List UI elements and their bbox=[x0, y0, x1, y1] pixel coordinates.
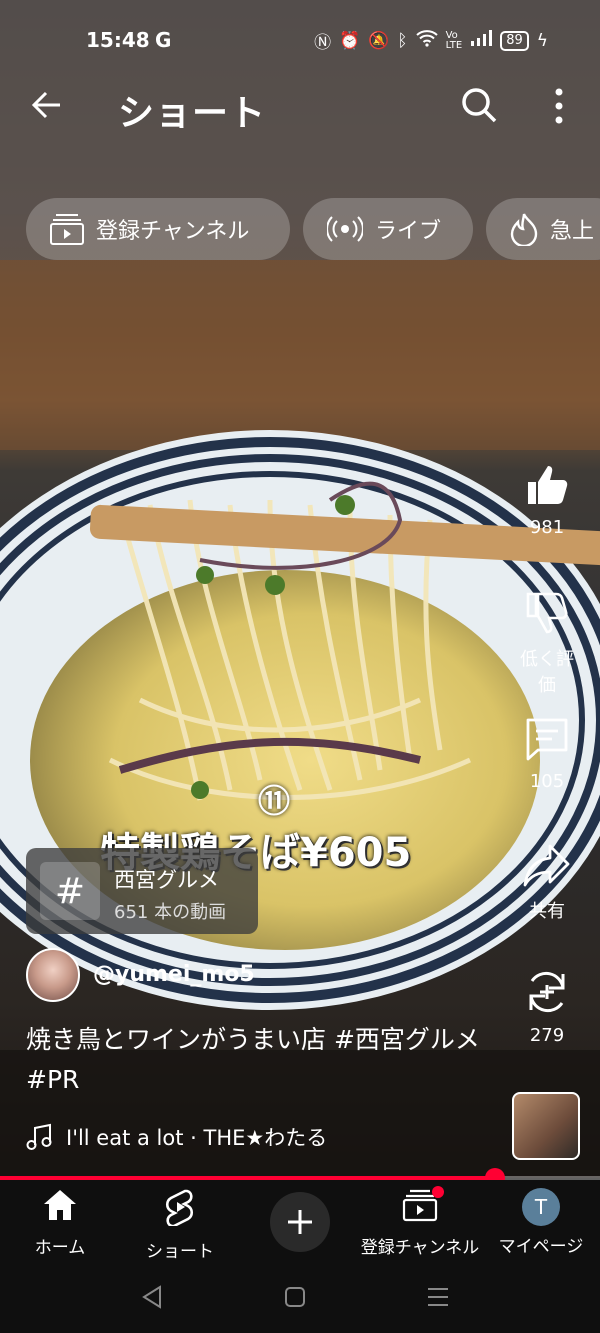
nav-shorts-label: ショート bbox=[146, 1242, 214, 1262]
bluetooth-icon: ᛒ bbox=[397, 30, 408, 51]
channel-avatar[interactable] bbox=[26, 948, 80, 1002]
nav-mypage[interactable]: T マイページ bbox=[496, 1188, 586, 1257]
share-label: 共有 bbox=[529, 901, 565, 922]
account-avatar: T bbox=[522, 1188, 560, 1226]
page-title: ショート bbox=[118, 93, 267, 134]
chip-live[interactable]: ライブ bbox=[303, 198, 473, 260]
chip-trending[interactable]: 急上 bbox=[486, 198, 600, 260]
home-icon bbox=[44, 1190, 76, 1220]
chip-label: 急上 bbox=[550, 219, 595, 244]
video-caption[interactable]: 焼き鳥とワインがうまい店 #西宮グルメ #PR bbox=[26, 1020, 486, 1100]
share-icon bbox=[523, 844, 570, 887]
nav-shorts[interactable]: ショート bbox=[138, 1188, 222, 1262]
signal-icon bbox=[470, 29, 493, 52]
video-background[interactable] bbox=[0, 0, 600, 1178]
volte-icon: Vo LTE bbox=[445, 29, 463, 51]
plus-icon bbox=[288, 1210, 312, 1234]
back-button[interactable] bbox=[30, 88, 64, 126]
subscriptions-icon bbox=[50, 213, 84, 245]
system-recents-icon[interactable] bbox=[426, 1286, 450, 1308]
more-vert-icon bbox=[555, 88, 563, 124]
live-icon bbox=[327, 215, 363, 243]
sound-thumbnail[interactable] bbox=[512, 1092, 580, 1160]
dislike-button[interactable]: 低く評価 bbox=[512, 590, 582, 697]
create-button[interactable] bbox=[270, 1192, 330, 1252]
nav-subscriptions-label: 登録チャンネル bbox=[360, 1238, 480, 1258]
chip-subscriptions[interactable]: 登録チャンネル bbox=[26, 198, 290, 260]
subscriptions-icon-wrap bbox=[402, 1186, 444, 1227]
nav-subscriptions[interactable]: 登録チャンネル bbox=[358, 1186, 482, 1258]
hashtag-icon: # bbox=[40, 862, 100, 920]
flame-icon bbox=[510, 212, 538, 246]
alarm-icon: ⏰ bbox=[339, 30, 361, 51]
status-time: 15:48 bbox=[86, 28, 150, 52]
remix-button[interactable]: 279 bbox=[512, 968, 582, 1046]
share-button[interactable]: 共有 bbox=[512, 842, 582, 923]
hashtag-name: 西宮グルメ bbox=[114, 868, 219, 892]
bottom-navigation: ホーム ショート 登録チャンネル T マイページ bbox=[0, 1180, 600, 1262]
video-overlay-number: ⑪ bbox=[258, 782, 291, 820]
charging-icon: ϟ bbox=[536, 30, 548, 51]
system-home-icon[interactable] bbox=[283, 1285, 307, 1309]
dislike-label: 低く評価 bbox=[520, 649, 574, 696]
video-frame-illustration bbox=[0, 0, 600, 1178]
shorts-icon bbox=[165, 1189, 194, 1228]
like-count: 981 bbox=[529, 517, 565, 538]
comment-icon bbox=[526, 718, 568, 761]
status-icons: Ⓝ ⏰ 🔕 ᛒ Vo LTE 89 ϟ bbox=[314, 28, 548, 53]
battery-icon: 89 bbox=[500, 30, 529, 51]
music-title: I'll eat a lot · THE★わたる bbox=[66, 1126, 328, 1150]
music-row[interactable]: I'll eat a lot · THE★わたる bbox=[26, 1122, 327, 1152]
music-note-icon bbox=[26, 1123, 52, 1150]
nav-home-label: ホーム bbox=[34, 1238, 86, 1258]
system-navigation-bar bbox=[0, 1260, 600, 1333]
chip-label: ライブ bbox=[375, 219, 442, 244]
nfc-icon: Ⓝ bbox=[314, 33, 332, 53]
search-button[interactable] bbox=[460, 86, 498, 128]
comment-button[interactable]: 105 bbox=[512, 716, 582, 792]
hashtag-card[interactable]: # 西宮グルメ 651 本の動画 bbox=[26, 848, 258, 934]
chip-label: 登録チャンネル bbox=[96, 219, 250, 244]
google-icon: G bbox=[155, 28, 172, 52]
remix-count: 279 bbox=[529, 1025, 565, 1046]
like-button[interactable]: 981 bbox=[512, 462, 582, 538]
comment-count: 105 bbox=[529, 771, 565, 792]
search-icon bbox=[462, 88, 497, 123]
system-back-icon[interactable] bbox=[140, 1284, 164, 1310]
hashtag-video-count: 651 本の動画 bbox=[114, 902, 227, 923]
wifi-icon bbox=[415, 29, 438, 52]
notification-dot bbox=[432, 1186, 444, 1198]
thumbs-down-icon bbox=[526, 592, 568, 634]
nav-mypage-label: マイページ bbox=[498, 1237, 584, 1257]
mute-icon: 🔕 bbox=[368, 30, 390, 51]
status-bar: 15:48 G Ⓝ ⏰ 🔕 ᛒ Vo LTE 89 ϟ bbox=[0, 24, 600, 58]
arrow-left-icon bbox=[31, 91, 60, 119]
more-menu-button[interactable] bbox=[550, 86, 568, 130]
thumbs-up-icon bbox=[528, 466, 568, 504]
channel-handle[interactable]: @yumei_mo5 bbox=[93, 962, 255, 987]
remix-icon bbox=[529, 971, 565, 1013]
nav-home[interactable]: ホーム bbox=[20, 1188, 100, 1258]
